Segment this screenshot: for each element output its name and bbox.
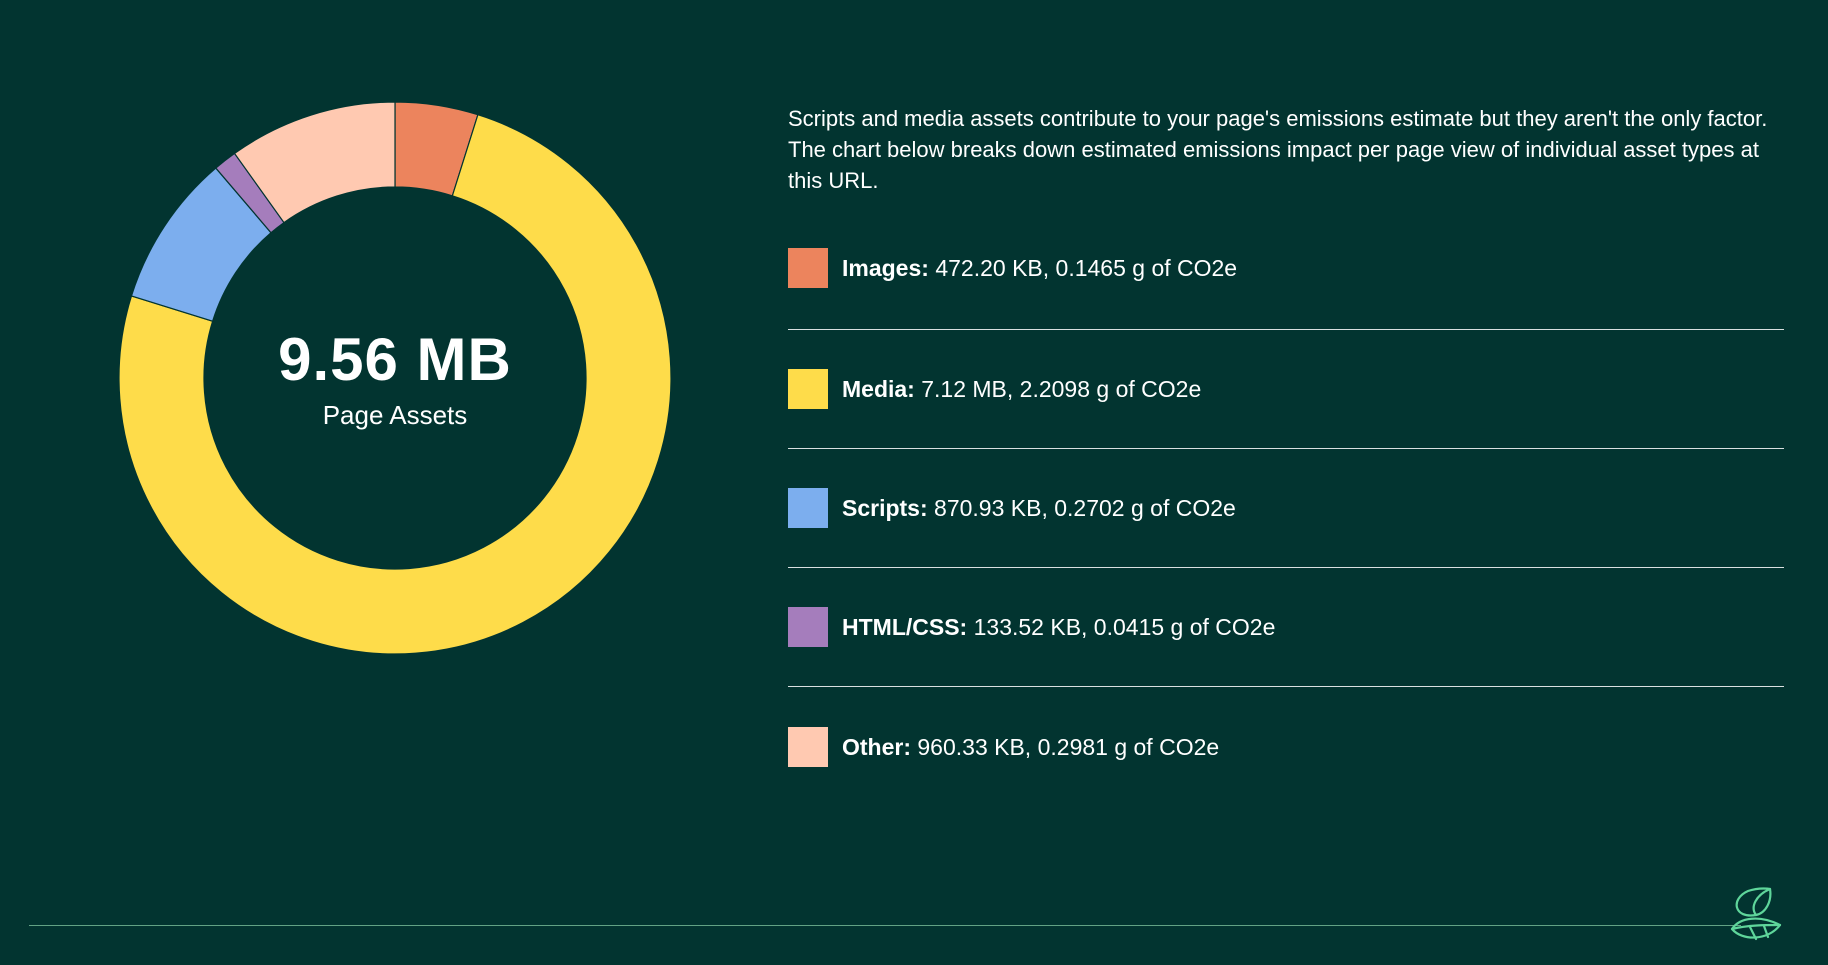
legend-item-html-css: HTML/CSS: 133.52 KB, 0.0415 g of CO2e xyxy=(788,568,1784,687)
legend-text: HTML/CSS: 133.52 KB, 0.0415 g of CO2e xyxy=(842,607,1275,647)
leaf-logo-icon xyxy=(1730,887,1782,941)
legend-item-other: Other: 960.33 KB, 0.2981 g of CO2e xyxy=(788,687,1784,806)
legend-label: Scripts: xyxy=(842,495,928,521)
footer-divider xyxy=(29,925,1741,926)
legend-text: Other: 960.33 KB, 0.2981 g of CO2e xyxy=(842,727,1219,767)
donut-chart: 9.56 MB Page Assets xyxy=(118,101,672,655)
legend-swatch-html-css xyxy=(788,607,828,647)
legend-text: Scripts: 870.93 KB, 0.2702 g of CO2e xyxy=(842,488,1236,528)
legend-detail: 960.33 KB, 0.2981 g of CO2e xyxy=(917,734,1220,760)
legend-detail: 133.52 KB, 0.0415 g of CO2e xyxy=(973,614,1276,640)
info-panel: Scripts and media assets contribute to y… xyxy=(788,103,1784,806)
legend-label: HTML/CSS: xyxy=(842,614,968,640)
legend-swatch-scripts xyxy=(788,488,828,528)
legend-swatch-images xyxy=(788,248,828,288)
donut-svg xyxy=(118,101,672,655)
legend: Images: 472.20 KB, 0.1465 g of CO2e Medi… xyxy=(788,248,1784,806)
legend-label: Images: xyxy=(842,255,929,281)
legend-label: Media: xyxy=(842,376,915,402)
legend-text: Media: 7.12 MB, 2.2098 g of CO2e xyxy=(842,369,1201,409)
legend-item-media: Media: 7.12 MB, 2.2098 g of CO2e xyxy=(788,330,1784,449)
legend-text: Images: 472.20 KB, 0.1465 g of CO2e xyxy=(842,248,1237,288)
intro-text: Scripts and media assets contribute to y… xyxy=(788,106,1768,193)
page: 9.56 MB Page Assets Scripts and media as… xyxy=(0,0,1828,965)
legend-item-images: Images: 472.20 KB, 0.1465 g of CO2e xyxy=(788,248,1784,330)
legend-swatch-other xyxy=(788,727,828,767)
legend-item-scripts: Scripts: 870.93 KB, 0.2702 g of CO2e xyxy=(788,449,1784,568)
legend-detail: 7.12 MB, 2.2098 g of CO2e xyxy=(921,376,1202,402)
legend-detail: 472.20 KB, 0.1465 g of CO2e xyxy=(935,255,1238,281)
legend-swatch-media xyxy=(788,369,828,409)
legend-detail: 870.93 KB, 0.2702 g of CO2e xyxy=(934,495,1236,521)
legend-label: Other: xyxy=(842,734,911,760)
